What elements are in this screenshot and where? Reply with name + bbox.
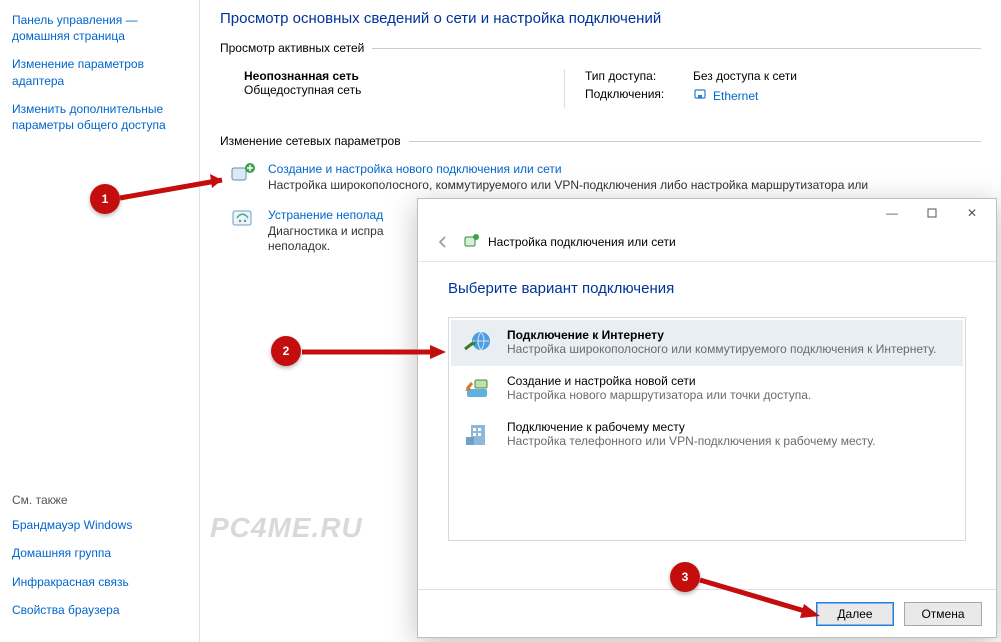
close-button[interactable]: ✕: [952, 202, 992, 224]
connection-wizard-dialog: — ✕ Настройка подключения или сети Выбер…: [417, 198, 997, 638]
annotation-badge-2: 2: [271, 336, 301, 366]
connection-options-list[interactable]: Подключение к Интернету Настройка широко…: [448, 317, 966, 541]
network-profile: Общедоступная сеть: [244, 83, 504, 97]
annotation-arrow-1: [112, 170, 252, 210]
access-type-label: Тип доступа:: [585, 69, 675, 83]
wizard-breadcrumb: Настройка подключения или сети: [488, 235, 676, 249]
sidebar-link-adapter-settings[interactable]: Изменение параметров адаптера: [12, 56, 187, 88]
watermark: PC4ME.RU: [210, 512, 363, 544]
option-new-network-desc: Настройка нового маршрутизатора или точк…: [507, 388, 811, 402]
option-internet[interactable]: Подключение к Интернету Настройка широко…: [451, 320, 963, 366]
minimize-button[interactable]: —: [872, 202, 912, 224]
option-internet-title: Подключение к Интернету: [507, 328, 936, 342]
globe-icon: [461, 328, 495, 358]
router-icon: [461, 374, 495, 404]
see-also-section: См. также Брандмауэр Windows Домашняя гр…: [12, 493, 187, 630]
see-also-infrared[interactable]: Инфракрасная связь: [12, 574, 187, 590]
connection-ethernet-link[interactable]: Ethernet: [693, 87, 758, 104]
annotation-arrow-2: [296, 340, 456, 370]
sidebar-link-advanced-sharing[interactable]: Изменить дополнительные параметры общего…: [12, 101, 187, 133]
building-icon: [461, 420, 495, 450]
option-new-network-title: Создание и настройка новой сети: [507, 374, 811, 388]
annotation-badge-3: 3: [670, 562, 700, 592]
window-chrome: — ✕: [418, 199, 996, 227]
option-workplace[interactable]: Подключение к рабочему месту Настройка т…: [451, 412, 963, 458]
maximize-button[interactable]: [912, 202, 952, 224]
see-also-homegroup[interactable]: Домашняя группа: [12, 545, 187, 561]
back-button[interactable]: [432, 231, 454, 253]
network-name: Неопознанная сеть: [244, 69, 504, 83]
wizard-heading: Выберите вариант подключения: [448, 280, 966, 297]
cancel-button[interactable]: Отмена: [904, 602, 982, 626]
troubleshoot-icon: [230, 208, 258, 230]
connections-label: Подключения:: [585, 87, 675, 104]
wizard-header-icon: [464, 233, 480, 252]
option-new-network[interactable]: Создание и настройка новой сети Настройк…: [451, 366, 963, 412]
sidebar-link-home[interactable]: Панель управления — домашняя страница: [12, 12, 187, 44]
task-new-connection-desc: Настройка широкополосного, коммутируемог…: [268, 178, 868, 194]
see-also-firewall[interactable]: Брандмауэр Windows: [12, 517, 187, 533]
option-workplace-title: Подключение к рабочему месту: [507, 420, 875, 434]
option-workplace-desc: Настройка телефонного или VPN-подключени…: [507, 434, 875, 448]
access-type-value: Без доступа к сети: [693, 69, 797, 83]
task-new-connection-title[interactable]: Создание и настройка нового подключения …: [268, 162, 868, 176]
ethernet-icon: [693, 87, 707, 104]
task-new-connection[interactable]: Создание и настройка нового подключения …: [230, 162, 971, 194]
page-title: Просмотр основных сведений о сети и наст…: [220, 10, 981, 27]
annotation-arrow-3: [696, 576, 836, 626]
task-troubleshoot-desc: Диагностика и испра неполадок.: [268, 224, 384, 255]
network-settings-legend: Изменение сетевых параметров: [220, 134, 409, 148]
option-internet-desc: Настройка широкополосного или коммутируе…: [507, 342, 936, 356]
see-also-browser-props[interactable]: Свойства браузера: [12, 602, 187, 618]
see-also-heading: См. также: [12, 493, 187, 507]
annotation-badge-1: 1: [90, 184, 120, 214]
sidebar: Панель управления — домашняя страница Из…: [0, 0, 200, 642]
task-troubleshoot-title[interactable]: Устранение неполад: [268, 208, 384, 222]
active-networks-legend: Просмотр активных сетей: [220, 41, 372, 55]
active-networks-group: Просмотр активных сетей Неопознанная сет…: [220, 41, 981, 126]
